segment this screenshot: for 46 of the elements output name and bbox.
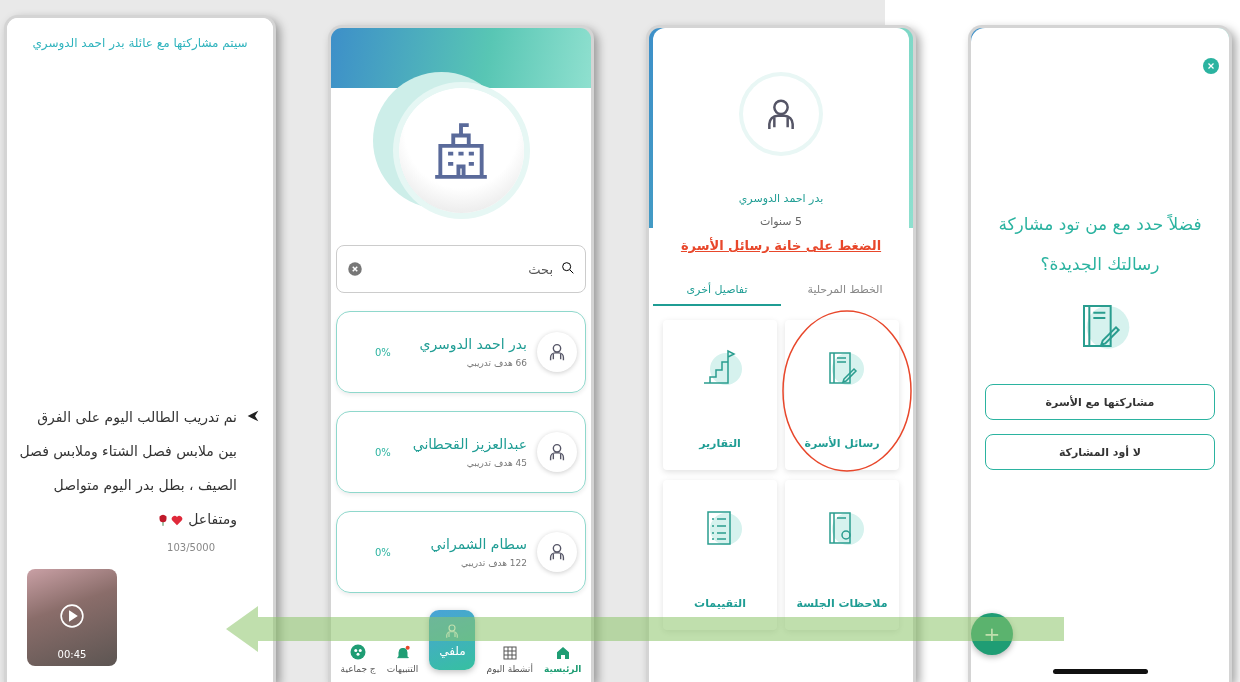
message-text: نم تدريب الطالب اليوم على الفرق بين ملابس فصل الشتاء وملابس فصل الصيف ، بطل بدر اليوم متواصل ومتفاعل bbox=[18, 408, 237, 530]
nav-item[interactable]: ج جماعية bbox=[340, 643, 376, 674]
close-icon bbox=[1206, 61, 1216, 71]
play-icon bbox=[59, 603, 85, 629]
video-thumbnail[interactable]: 00:45 bbox=[27, 569, 117, 666]
share-prompt: فضلاً حدد مع من تود مشاركة رسالتك الجديدة؟ bbox=[997, 213, 1203, 276]
instruction-annotation: الضغط على خانة رسائل الأسرة bbox=[680, 238, 882, 253]
tile-label: ملاحظات الجلسة bbox=[796, 597, 888, 610]
heart-icon bbox=[169, 513, 184, 527]
video-duration: 00:45 bbox=[57, 649, 87, 660]
search-field[interactable]: بحث bbox=[336, 245, 586, 293]
profile-button[interactable]: ملفي bbox=[429, 610, 476, 670]
student-name: بدر احمد الدوسري bbox=[738, 192, 824, 205]
close-button[interactable] bbox=[1203, 58, 1219, 74]
home-icon bbox=[554, 645, 571, 661]
share-option-button[interactable]: مشاركتها مع الأسرة bbox=[985, 384, 1215, 420]
student-age: 5 سنوات bbox=[759, 215, 803, 228]
progress-percent: 0% bbox=[375, 446, 391, 458]
progress-percent: 0% bbox=[375, 546, 391, 558]
goal-count: 122 هدف تدريبي bbox=[460, 558, 527, 568]
menu-tile[interactable]: التقييمات bbox=[663, 480, 777, 630]
menu-tile[interactable]: ملاحظات الجلسة bbox=[785, 480, 899, 630]
share-header: سيتم مشاركتها مع عائلة بدر احمد الدوسري bbox=[32, 36, 248, 50]
share-option-button[interactable]: لا أود المشاركة bbox=[985, 434, 1215, 470]
clear-icon bbox=[346, 260, 364, 278]
character-counter: 103/5000 bbox=[167, 542, 215, 553]
bell-icon bbox=[394, 645, 411, 661]
goal-count: 45 هدف تدريبي bbox=[465, 458, 527, 468]
tile-label: التقييمات bbox=[694, 597, 746, 610]
tile-label: التقارير bbox=[699, 437, 741, 450]
tile-label: رسائل الأسرة bbox=[804, 437, 880, 450]
search-icon bbox=[560, 260, 576, 276]
student-name: سطام الشمراني bbox=[429, 536, 527, 552]
group-icon bbox=[349, 643, 368, 661]
nav-item[interactable]: أنشطة اليوم bbox=[486, 645, 533, 674]
student-name: بدر احمد الدوسري bbox=[418, 336, 527, 352]
goal-count: 66 هدف تدريبي bbox=[465, 358, 527, 368]
menu-tile[interactable]: التقارير bbox=[663, 320, 777, 470]
nav-item[interactable]: الرئيسية bbox=[544, 645, 582, 674]
grid-icon bbox=[501, 645, 518, 661]
menu-tile[interactable]: رسائل الأسرة bbox=[785, 320, 899, 470]
tab[interactable]: تفاصيل أخرى bbox=[653, 275, 781, 306]
tab[interactable]: الخطط المرحلية bbox=[781, 275, 909, 306]
student-name: عبدالعزيز القحطاني bbox=[411, 436, 527, 452]
progress-percent: 0% bbox=[375, 346, 391, 358]
nav-item[interactable]: التنبيهات bbox=[386, 645, 419, 674]
